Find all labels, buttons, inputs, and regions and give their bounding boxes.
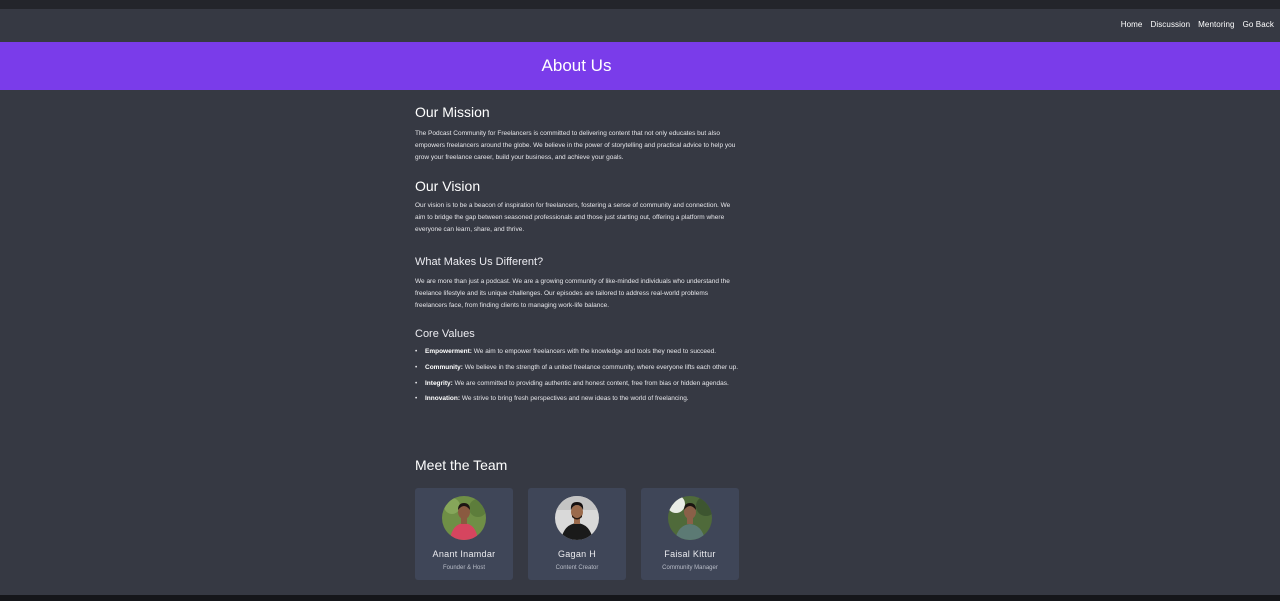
vision-heading: Our Vision (415, 178, 481, 194)
value-text: We believe in the strength of a united f… (462, 363, 739, 371)
bullet-icon: • (415, 395, 418, 403)
about-content: Our Mission The Podcast Community for Fr… (415, 103, 740, 409)
value-term: Innovation: (425, 395, 461, 403)
value-item: • Community: We believe in the strength o… (415, 362, 740, 374)
top-navbar: Home Discussion Mentoring Go Back (0, 9, 1280, 42)
mission-text: The Podcast Community for Freelancers is… (415, 130, 736, 161)
nav-link-discussion[interactable]: Discussion (1150, 20, 1190, 29)
value-item: • Empowerment: We aim to empower freelanc… (415, 346, 740, 358)
page-banner: About Us (0, 42, 1280, 90)
core-values-heading: Core Values (415, 328, 475, 340)
avatar (442, 496, 486, 540)
team-card-gagan: Gagan H Content Creator (528, 488, 626, 580)
value-term: Integrity: (425, 379, 453, 387)
member-role: Founder & Host (442, 565, 486, 571)
avatar-photo-icon (555, 496, 599, 540)
team-cards: Anant Inamdar Founder & Host Gagan H Con… (415, 488, 740, 580)
member-name: Faisal Kittur (664, 549, 716, 559)
vision-section: Our Vision Our vision is to be a beacon … (415, 177, 740, 251)
nav-link-mentoring[interactable]: Mentoring (1198, 20, 1234, 29)
avatar-photo-icon (442, 496, 486, 540)
vision-text: Our vision is to be a beacon of inspirat… (415, 202, 731, 233)
avatar (668, 496, 712, 540)
mission-heading: Our Mission (415, 104, 490, 120)
mission-section: Our Mission The Podcast Community for Fr… (415, 103, 740, 177)
bullet-icon: • (415, 379, 418, 387)
value-text: We strive to bring fresh perspectives an… (460, 395, 689, 403)
nav-link-home[interactable]: Home (1121, 20, 1143, 29)
value-term: Empowerment: (425, 348, 472, 355)
bullet-icon: • (415, 363, 418, 371)
window-bottom-bar (0, 595, 1280, 601)
value-item: • Innovation: We strive to bring fresh pe… (415, 393, 740, 405)
window-top-strip (0, 0, 1280, 9)
team-card-faisal: Faisal Kittur Community Manager (641, 488, 739, 580)
member-name: Gagan H (557, 549, 597, 559)
member-role: Community Manager (662, 565, 718, 571)
core-values-section: Core Values • Empowerment: We aim to empo… (415, 327, 740, 405)
bullet-icon: • (415, 348, 418, 355)
different-heading: What Makes Us Different? (415, 256, 544, 268)
page-title: About Us (541, 56, 612, 75)
avatar-photo-icon (668, 496, 712, 540)
team-card-anant: Anant Inamdar Founder & Host (415, 488, 513, 580)
value-item: • Integrity: We are committed to providin… (415, 378, 740, 390)
nav-link-go-back[interactable]: Go Back (1243, 20, 1274, 29)
member-name: Anant Inamdar (432, 549, 496, 559)
member-role: Content Creator (555, 565, 599, 571)
core-values-list: • Empowerment: We aim to empower freelanc… (415, 346, 740, 405)
nav-links: Home Discussion Mentoring Go Back (1121, 20, 1274, 29)
team-heading: Meet the Team (415, 457, 508, 473)
value-term: Community: (425, 363, 463, 371)
value-text: We aim to empower freelancers with the k… (471, 348, 717, 355)
team-section: Meet the Team Anant Inamdar Founder & Ho… (415, 456, 740, 580)
different-text: We are more than just a podcast. We are … (415, 278, 730, 309)
avatar (555, 496, 599, 540)
value-text: We are committed to providing authentic … (452, 379, 729, 387)
different-section: What Makes Us Different? We are more tha… (415, 255, 740, 327)
